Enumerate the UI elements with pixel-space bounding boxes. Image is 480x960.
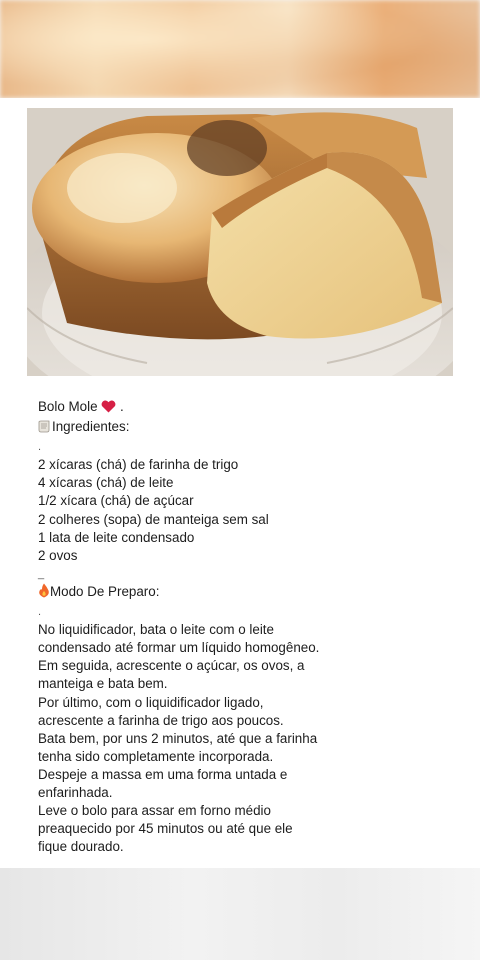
method-line: manteiga e bata bem. [38, 676, 168, 692]
blurred-background-top [0, 0, 480, 98]
fire-icon [38, 583, 50, 603]
method-line: preaquecido por 45 minutos ou até que el… [38, 821, 293, 837]
ingredients-heading: Ingredientes: [52, 419, 130, 435]
method-line: No liquidificador, bata o leite com o le… [38, 622, 274, 638]
cake-photo [27, 108, 453, 376]
recipe-title-suffix: . [120, 399, 124, 414]
spacer-dot: . [38, 441, 42, 454]
recipe-text: Bolo Mole . Ingredientes: . 2 xícaras (c… [38, 398, 358, 856]
heart-icon [101, 400, 116, 418]
cake-illustration [27, 108, 453, 376]
ingredient-item: 1/2 xícara (chá) de açúcar [38, 493, 194, 509]
method-line: Bata bem, por uns 2 minutos, até que a f… [38, 730, 318, 746]
ingredient-item: 2 ovos [38, 547, 78, 563]
method-line: fique dourado. [38, 839, 124, 855]
ingredient-item: 2 colheres (sopa) de manteiga sem sal [38, 511, 269, 527]
recipe-title: Bolo Mole [38, 399, 98, 414]
method-line: Despeje a massa em uma forma untada e [38, 766, 288, 782]
method-heading-line: Modo De Preparo: [38, 583, 358, 603]
method-line: condensado até formar um líquido homogên… [38, 640, 320, 656]
blurred-background-bottom [0, 868, 480, 960]
recipe-title-line: Bolo Mole . [38, 398, 358, 418]
method-line: enfarinhada. [38, 784, 113, 800]
method-heading: Modo De Preparo: [50, 583, 160, 599]
ingredient-item: 2 xícaras (chá) de farinha de trigo [38, 457, 239, 473]
ingredients-heading-line: Ingredientes: [38, 418, 358, 438]
method-line: Por último, com o liquidificador ligado, [38, 694, 264, 710]
method-line: acrescente a farinha de trigo aos poucos… [38, 712, 284, 728]
scroll-icon [38, 419, 52, 438]
spacer-dash: _ [38, 567, 45, 580]
ingredient-item: 4 xícaras (chá) de leite [38, 475, 174, 491]
spacer-dot: . [38, 606, 42, 619]
method-line: tenha sido completamente incorporada. [38, 748, 274, 764]
method-line: Leve o bolo para assar em forno médio [38, 803, 271, 819]
method-line: Em seguida, acrescente o açúcar, os ovos… [38, 658, 305, 674]
ingredient-item: 1 lata de leite condensado [38, 529, 195, 545]
